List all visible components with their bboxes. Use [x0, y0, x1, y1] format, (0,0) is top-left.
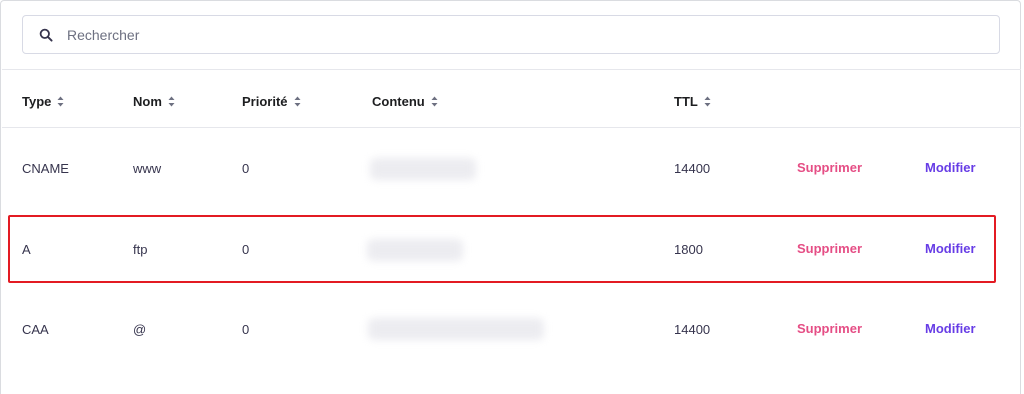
sort-icon — [704, 96, 711, 107]
search-box[interactable] — [22, 15, 1000, 54]
edit-button[interactable]: Modifier — [925, 160, 976, 175]
column-header-priority[interactable]: Priorité — [242, 94, 301, 109]
cell-priority: 0 — [242, 161, 250, 176]
cell-ttl: 14400 — [674, 161, 711, 176]
cell-priority: 0 — [242, 242, 250, 257]
cell-ttl: 1800 — [674, 242, 703, 257]
cell-content-redacted — [367, 239, 463, 261]
edit-button[interactable]: Modifier — [925, 241, 976, 256]
column-header-content[interactable]: Contenu — [372, 94, 438, 109]
sort-icon — [168, 96, 175, 107]
column-header-name-label: Nom — [133, 94, 162, 109]
column-header-name[interactable]: Nom — [133, 94, 175, 109]
column-header-priority-label: Priorité — [242, 94, 288, 109]
cell-name: ftp — [133, 242, 148, 257]
column-header-ttl[interactable]: TTL — [674, 94, 711, 109]
divider — [2, 127, 1021, 128]
cell-name: www — [133, 161, 162, 176]
cell-content-redacted — [370, 158, 476, 180]
cell-ttl: 14400 — [674, 322, 711, 337]
sort-icon — [431, 96, 438, 107]
delete-button[interactable]: Supprimer — [797, 321, 862, 336]
cell-name: @ — [133, 322, 147, 337]
delete-button[interactable]: Supprimer — [797, 241, 862, 256]
search-input[interactable] — [67, 16, 987, 53]
cell-priority: 0 — [242, 322, 250, 337]
cell-type: CAA — [22, 322, 49, 337]
cell-type: A — [22, 242, 31, 257]
divider — [2, 69, 1021, 70]
column-header-content-label: Contenu — [372, 94, 425, 109]
delete-button[interactable]: Supprimer — [797, 160, 862, 175]
sort-icon — [294, 96, 301, 107]
column-header-ttl-label: TTL — [674, 94, 698, 109]
edit-button[interactable]: Modifier — [925, 321, 976, 336]
cell-content-redacted — [368, 318, 544, 340]
cell-type: CNAME — [22, 161, 69, 176]
search-icon — [39, 28, 53, 42]
column-header-type-label: Type — [22, 94, 52, 109]
column-header-type[interactable]: Type — [22, 94, 64, 109]
sort-icon — [57, 96, 64, 107]
dns-records-panel: Type Nom Priorité Contenu TTL CNAME www … — [0, 0, 1021, 394]
